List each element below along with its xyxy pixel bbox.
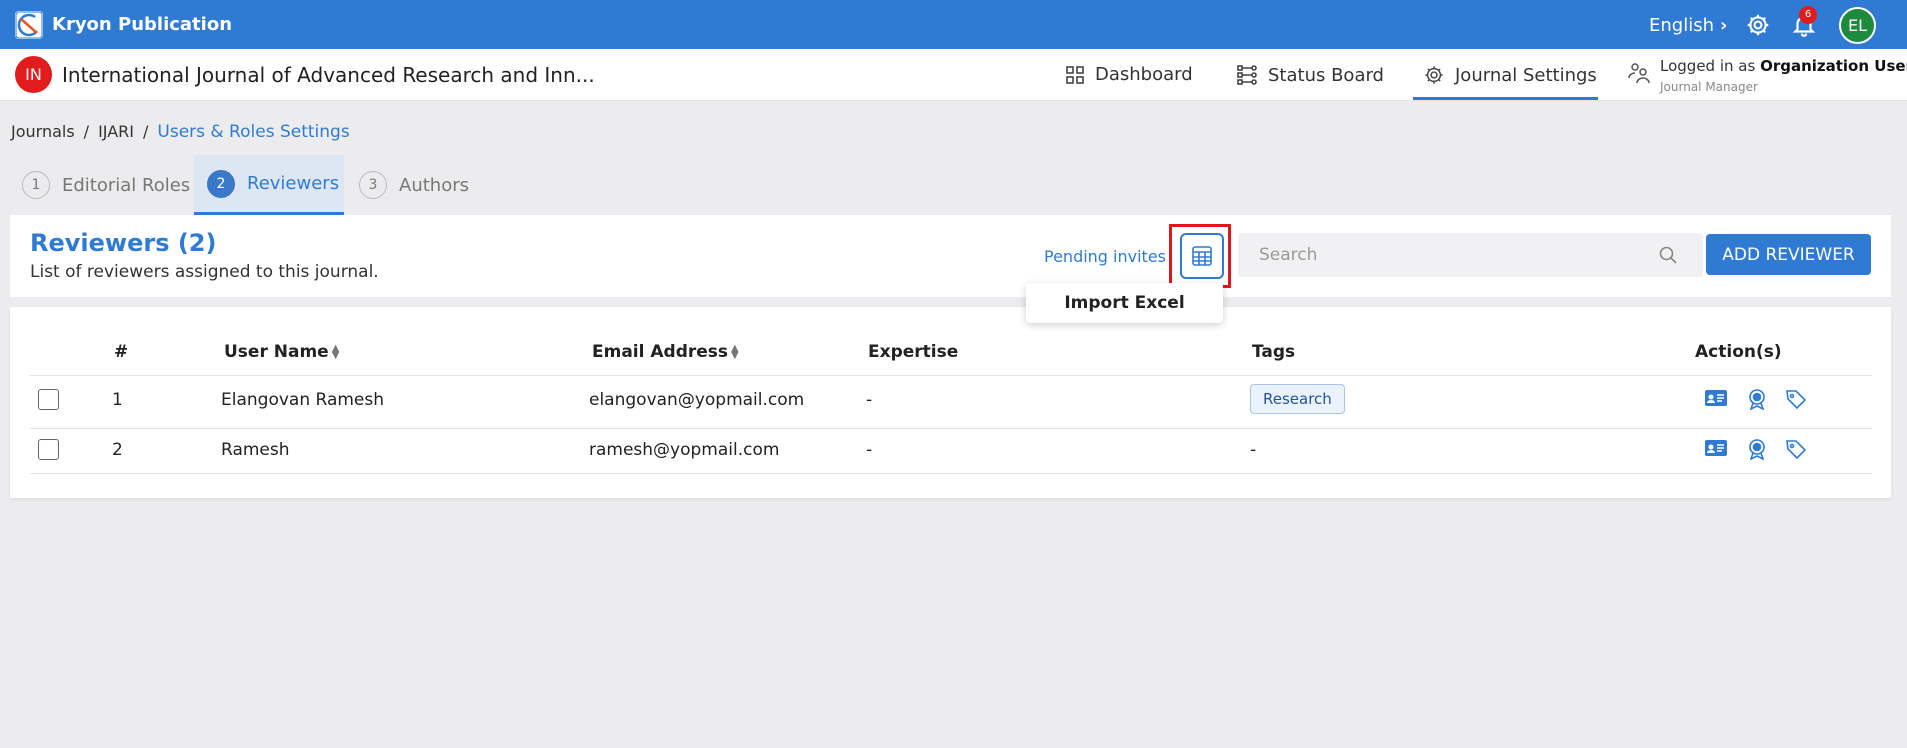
nav-dashboard-label: Dashboard xyxy=(1095,64,1193,85)
breadcrumb-journals[interactable]: Journals xyxy=(11,122,75,141)
journal-title: International Journal of Advanced Resear… xyxy=(62,63,595,87)
login-user: Organization User xyxy=(1760,57,1907,75)
row-username: Elangovan Ramesh xyxy=(221,390,385,410)
nav-status-board[interactable]: Status Board xyxy=(1236,64,1384,86)
row-expertise: - xyxy=(866,390,873,410)
tag-badge: Research xyxy=(1250,384,1345,414)
row-tag: - xyxy=(1250,440,1257,460)
reviewers-table: # User Name ▲ ▼ Email Address ▲ ▼ Expertise … xyxy=(10,307,1891,498)
col-username-label: User Name xyxy=(224,342,329,362)
nav-status-board-label: Status Board xyxy=(1268,64,1384,86)
sort-icon[interactable]: ▲ ▼ xyxy=(731,344,739,361)
row-email: ramesh@yopmail.com xyxy=(589,440,780,460)
users-icon xyxy=(1627,60,1651,88)
sort-icon[interactable]: ▲ ▼ xyxy=(332,344,340,361)
journal-header: IN International Journal of Advanced Res… xyxy=(0,49,1907,101)
col-email-label: Email Address xyxy=(592,342,729,362)
col-email-header[interactable]: Email Address ▲ ▼ xyxy=(592,342,739,362)
tab-authors[interactable]: 3 Authors xyxy=(359,155,469,215)
nav-dashboard[interactable]: Dashboard xyxy=(1065,64,1193,85)
row-username: Ramesh xyxy=(221,440,290,460)
import-excel-menu-item[interactable]: Import Excel xyxy=(1026,283,1223,323)
table-row: 1 Elangovan Ramesh elangovan@yopmail.com… xyxy=(10,376,1891,424)
col-username-header[interactable]: User Name ▲ ▼ xyxy=(224,342,339,362)
col-number-header: # xyxy=(114,342,129,362)
reviewers-panel: Reviewers (2) List of reviewers assigned… xyxy=(10,215,1891,297)
top-bar: Kryon Publication English › 6 EL xyxy=(0,0,1907,49)
row-number: 1 xyxy=(112,390,123,410)
reviewers-title: Reviewers (2) xyxy=(30,229,217,257)
language-selector[interactable]: English › xyxy=(1649,15,1727,36)
table-icon xyxy=(1192,246,1212,266)
dashboard-icon xyxy=(1066,65,1084,84)
divider xyxy=(30,473,1872,474)
gear-icon[interactable] xyxy=(1745,12,1771,38)
app-logo-icon xyxy=(15,11,43,39)
row-checkbox[interactable] xyxy=(38,439,59,460)
app-title: Kryon Publication xyxy=(52,14,233,35)
settings-icon xyxy=(1425,66,1443,84)
tag-icon[interactable] xyxy=(1785,438,1811,462)
add-reviewer-button[interactable]: ADD REVIEWER xyxy=(1706,234,1871,275)
chevron-right-icon: › xyxy=(1720,15,1728,36)
tab-editorial-roles[interactable]: 1 Editorial Roles xyxy=(22,155,190,215)
award-icon[interactable] xyxy=(1746,388,1772,412)
id-card-icon[interactable] xyxy=(1704,388,1730,412)
row-email: elangovan@yopmail.com xyxy=(589,390,805,410)
row-checkbox[interactable] xyxy=(38,389,59,410)
id-card-icon[interactable] xyxy=(1704,438,1730,462)
tab-label: Reviewers xyxy=(247,173,340,194)
tab-number: 2 xyxy=(207,169,235,198)
tab-number: 3 xyxy=(359,171,387,199)
col-expertise-header: Expertise xyxy=(868,342,959,362)
tab-label: Editorial Roles xyxy=(62,174,191,196)
award-icon[interactable] xyxy=(1746,438,1772,462)
import-excel-button[interactable] xyxy=(1180,233,1224,279)
login-info: Logged in as Organization User xyxy=(1660,57,1907,75)
pending-invites-link[interactable]: Pending invites xyxy=(1044,247,1166,266)
breadcrumb: Journals / IJARI / Users & Roles Settings xyxy=(11,122,350,142)
col-tags-header: Tags xyxy=(1252,342,1296,362)
status-board-icon xyxy=(1237,65,1257,85)
search-icon[interactable] xyxy=(1658,245,1678,265)
tab-number: 1 xyxy=(22,171,50,199)
col-actions-header: Action(s) xyxy=(1695,342,1782,362)
login-role: Journal Manager xyxy=(1660,80,1758,94)
tag-icon[interactable] xyxy=(1785,388,1811,412)
tab-label: Authors xyxy=(399,174,469,196)
search-input[interactable] xyxy=(1238,233,1658,277)
table-row: 2 Ramesh ramesh@yopmail.com - - xyxy=(10,426,1891,474)
tab-reviewers[interactable]: 2 Reviewers xyxy=(194,155,344,215)
journal-badge: IN xyxy=(15,56,52,93)
search-box xyxy=(1238,233,1703,277)
user-avatar[interactable]: EL xyxy=(1839,7,1876,44)
language-label: English xyxy=(1649,15,1714,36)
nav-active-indicator xyxy=(1413,97,1598,100)
row-number: 2 xyxy=(112,440,123,460)
row-expertise: - xyxy=(866,440,873,460)
notification-badge: 6 xyxy=(1799,6,1817,24)
nav-journal-settings-label: Journal Settings xyxy=(1455,64,1597,86)
login-prefix: Logged in as xyxy=(1660,57,1756,75)
breadcrumb-current: Users & Roles Settings xyxy=(157,122,350,142)
reviewers-subtitle: List of reviewers assigned to this journ… xyxy=(30,262,379,282)
breadcrumb-ijari[interactable]: IJARI xyxy=(98,122,134,141)
nav-journal-settings[interactable]: Journal Settings xyxy=(1423,64,1597,86)
